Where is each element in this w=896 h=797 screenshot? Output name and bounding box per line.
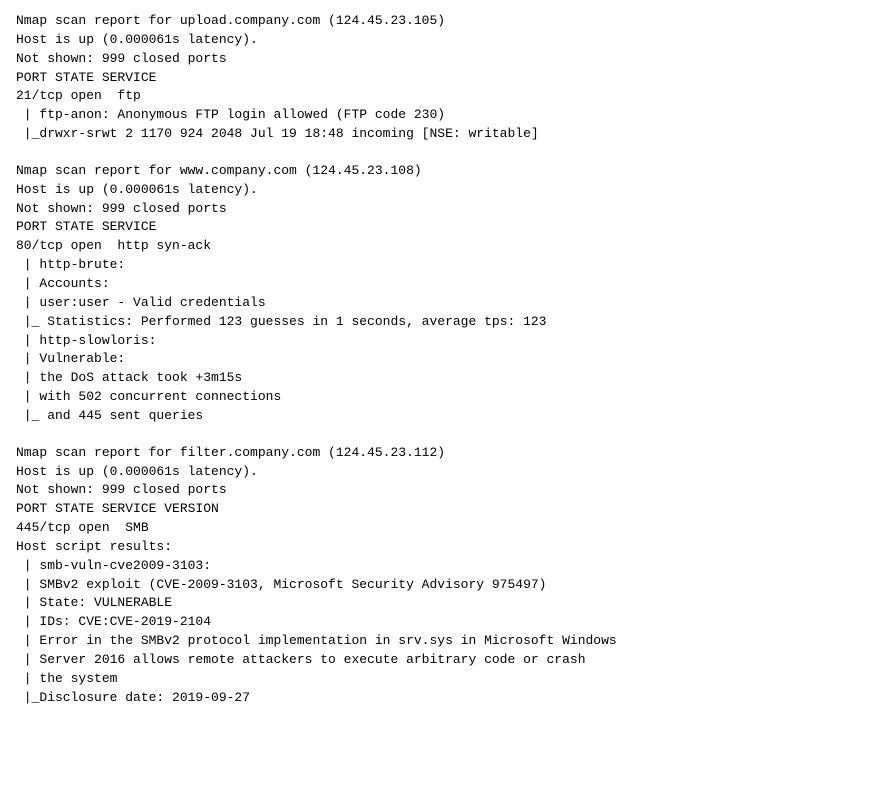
terminal-line: | ftp-anon: Anonymous FTP login allowed … bbox=[16, 106, 880, 125]
terminal-line: | SMBv2 exploit (CVE-2009-3103, Microsof… bbox=[16, 576, 880, 595]
terminal-line: PORT STATE SERVICE VERSION bbox=[16, 500, 880, 519]
terminal-line: | user:user - Valid credentials bbox=[16, 294, 880, 313]
terminal-line: | smb-vuln-cve2009-3103: bbox=[16, 557, 880, 576]
scan-section-3: Nmap scan report for filter.company.com … bbox=[16, 444, 880, 708]
terminal-line: Not shown: 999 closed ports bbox=[16, 200, 880, 219]
terminal-line: 21/tcp open ftp bbox=[16, 87, 880, 106]
terminal-line: | the DoS attack took +3m15s bbox=[16, 369, 880, 388]
terminal-line: | Accounts: bbox=[16, 275, 880, 294]
scan-section-1: Nmap scan report for upload.company.com … bbox=[16, 12, 880, 144]
terminal-line: PORT STATE SERVICE bbox=[16, 69, 880, 88]
terminal-line: |_ and 445 sent queries bbox=[16, 407, 880, 426]
terminal-line: | State: VULNERABLE bbox=[16, 594, 880, 613]
terminal-line: PORT STATE SERVICE bbox=[16, 218, 880, 237]
terminal-line: 445/tcp open SMB bbox=[16, 519, 880, 538]
scan-section-2: Nmap scan report for www.company.com (12… bbox=[16, 162, 880, 426]
terminal-line: Nmap scan report for www.company.com (12… bbox=[16, 162, 880, 181]
terminal-line: | http-brute: bbox=[16, 256, 880, 275]
terminal-line: |_ Statistics: Performed 123 guesses in … bbox=[16, 313, 880, 332]
terminal-line: |_Disclosure date: 2019-09-27 bbox=[16, 689, 880, 708]
terminal-line: | Server 2016 allows remote attackers to… bbox=[16, 651, 880, 670]
terminal-line: Not shown: 999 closed ports bbox=[16, 50, 880, 69]
terminal-line: Host is up (0.000061s latency). bbox=[16, 181, 880, 200]
terminal-line: Host is up (0.000061s latency). bbox=[16, 31, 880, 50]
terminal-line: | Vulnerable: bbox=[16, 350, 880, 369]
terminal-line: Nmap scan report for filter.company.com … bbox=[16, 444, 880, 463]
terminal-line: Nmap scan report for upload.company.com … bbox=[16, 12, 880, 31]
terminal-line: Host is up (0.000061s latency). bbox=[16, 463, 880, 482]
terminal-line: |_drwxr-srwt 2 1170 924 2048 Jul 19 18:4… bbox=[16, 125, 880, 144]
terminal-line: | Error in the SMBv2 protocol implementa… bbox=[16, 632, 880, 651]
terminal-line: | IDs: CVE:CVE-2019-2104 bbox=[16, 613, 880, 632]
terminal-line: | with 502 concurrent connections bbox=[16, 388, 880, 407]
terminal-line: Not shown: 999 closed ports bbox=[16, 481, 880, 500]
terminal-line: | http-slowloris: bbox=[16, 332, 880, 351]
terminal-line: Host script results: bbox=[16, 538, 880, 557]
terminal-container: Nmap scan report for upload.company.com … bbox=[16, 12, 880, 708]
terminal-line: 80/tcp open http syn-ack bbox=[16, 237, 880, 256]
terminal-line: | the system bbox=[16, 670, 880, 689]
